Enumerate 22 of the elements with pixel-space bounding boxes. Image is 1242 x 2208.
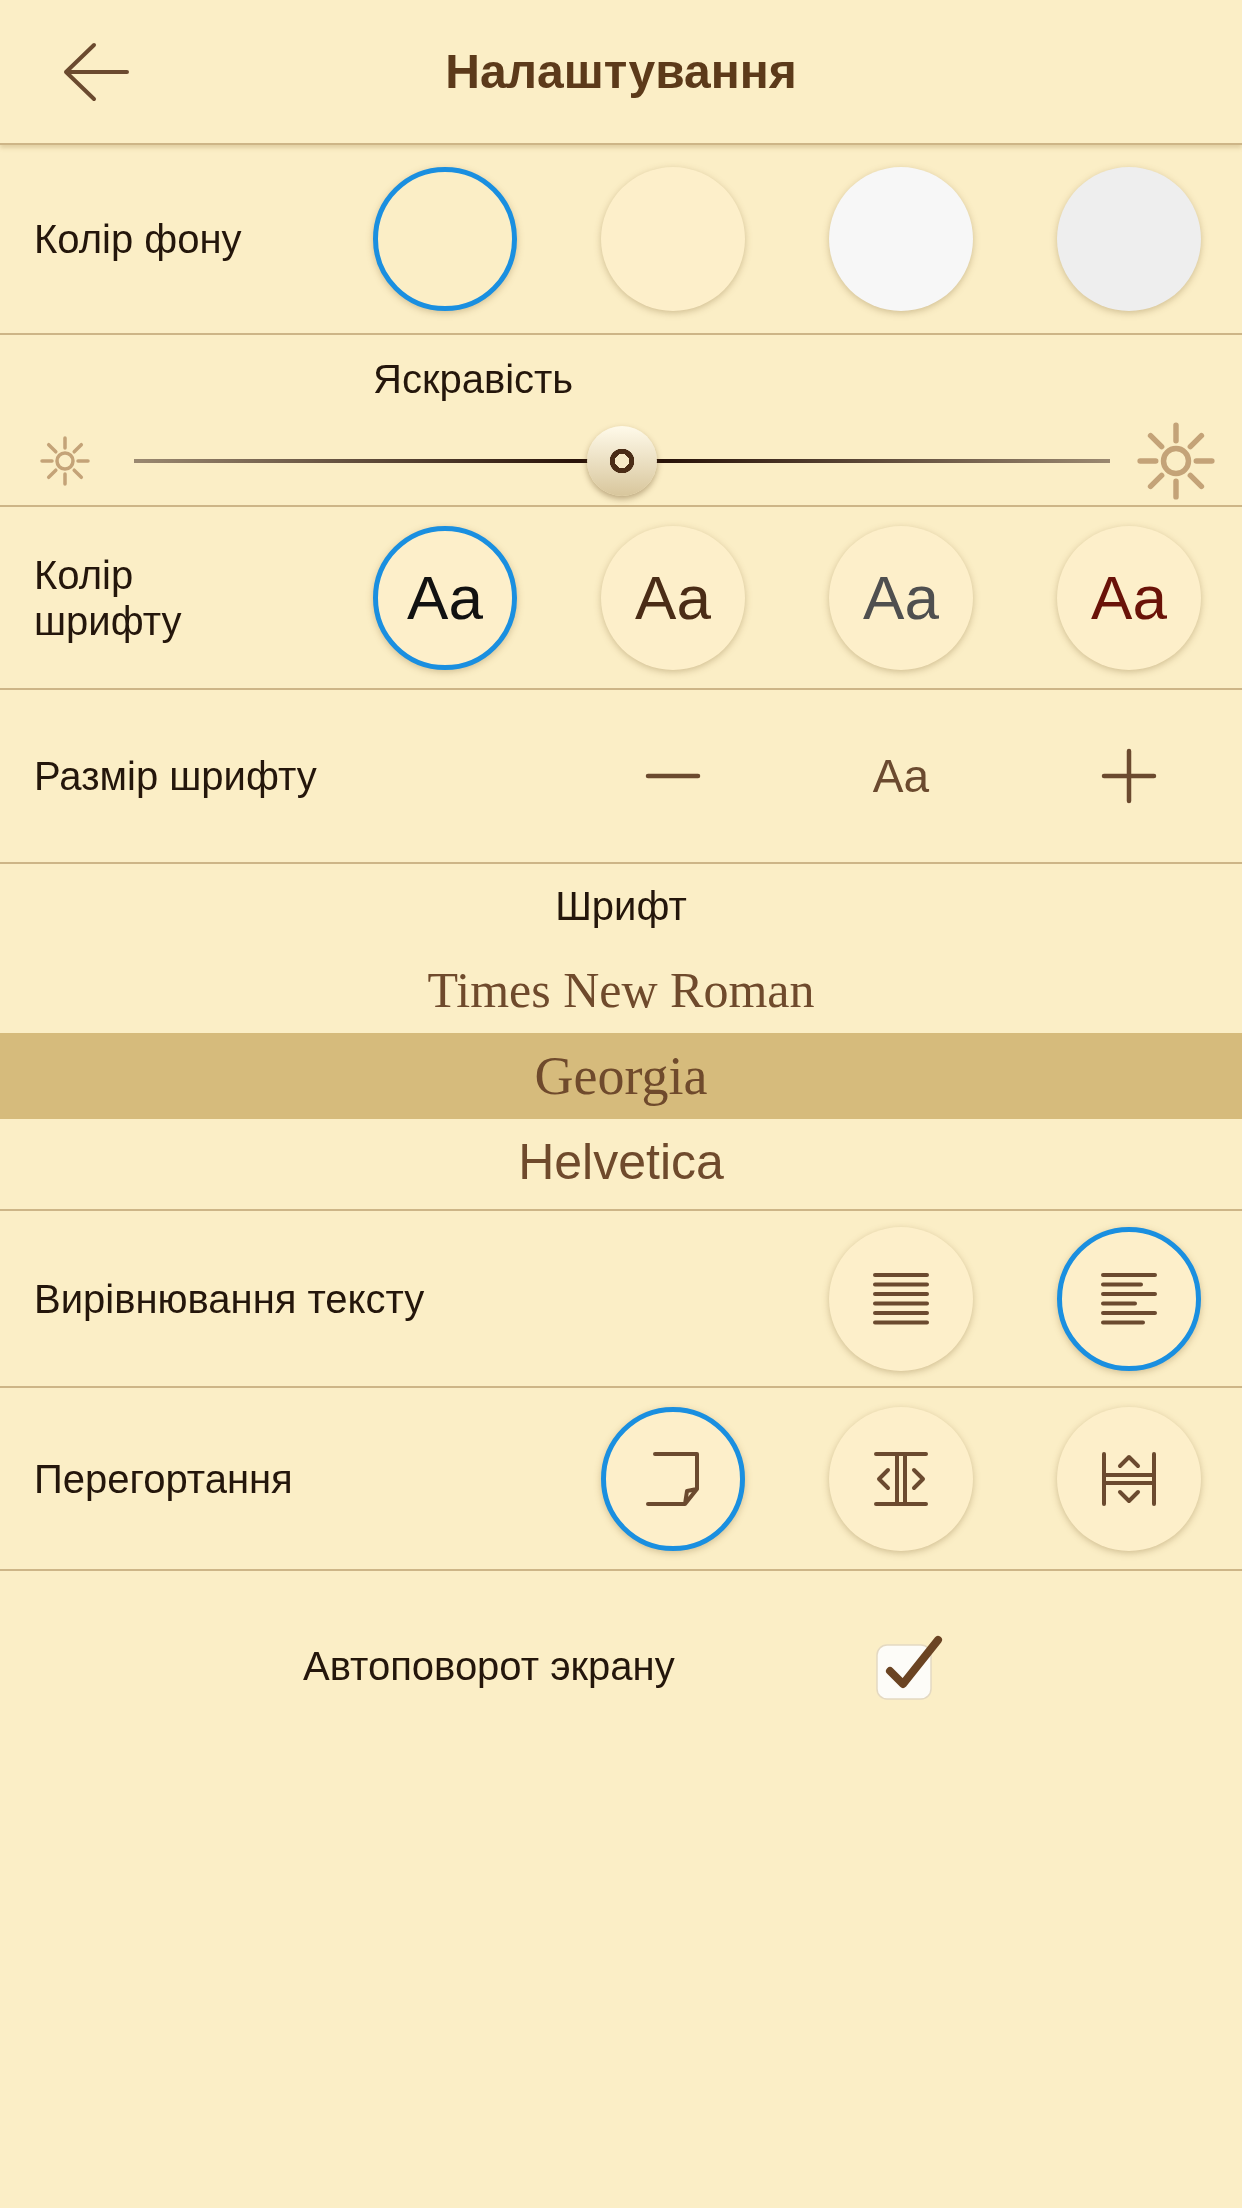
- font-color-button[interactable]: Aa: [829, 525, 973, 670]
- setting-label: Вирівнювання тексту: [34, 1275, 425, 1322]
- font-color-button[interactable]: Aa: [1057, 525, 1201, 670]
- font-section-label: Шрифт: [554, 882, 688, 930]
- small-sun-icon: [40, 436, 90, 486]
- font-size-sample: Aa: [872, 753, 930, 799]
- setting-label: Колір фону: [34, 216, 242, 262]
- font-color-button[interactable]: Aa: [373, 525, 517, 670]
- setting-label: Перегортання: [34, 1455, 293, 1502]
- setting-label: Колір шрифту: [34, 551, 183, 644]
- font-color-button[interactable]: Aa: [601, 525, 745, 670]
- brightness-label: Яскравість: [372, 356, 575, 403]
- font-option[interactable]: Times New Roman: [0, 947, 1242, 1033]
- minus-icon[interactable]: [645, 771, 701, 781]
- large-sun-icon: [1137, 422, 1215, 500]
- font-option[interactable]: Helvetica: [0, 1119, 1242, 1205]
- font-option[interactable]: Georgia: [0, 1033, 1242, 1119]
- plus-icon[interactable]: [1101, 748, 1157, 804]
- setting-label: Размір шрифту: [34, 753, 317, 799]
- page-title: Налаштування: [444, 43, 798, 100]
- slider-thumb[interactable]: [587, 426, 657, 496]
- setting-label: Автоповорот экрану: [303, 1643, 675, 1689]
